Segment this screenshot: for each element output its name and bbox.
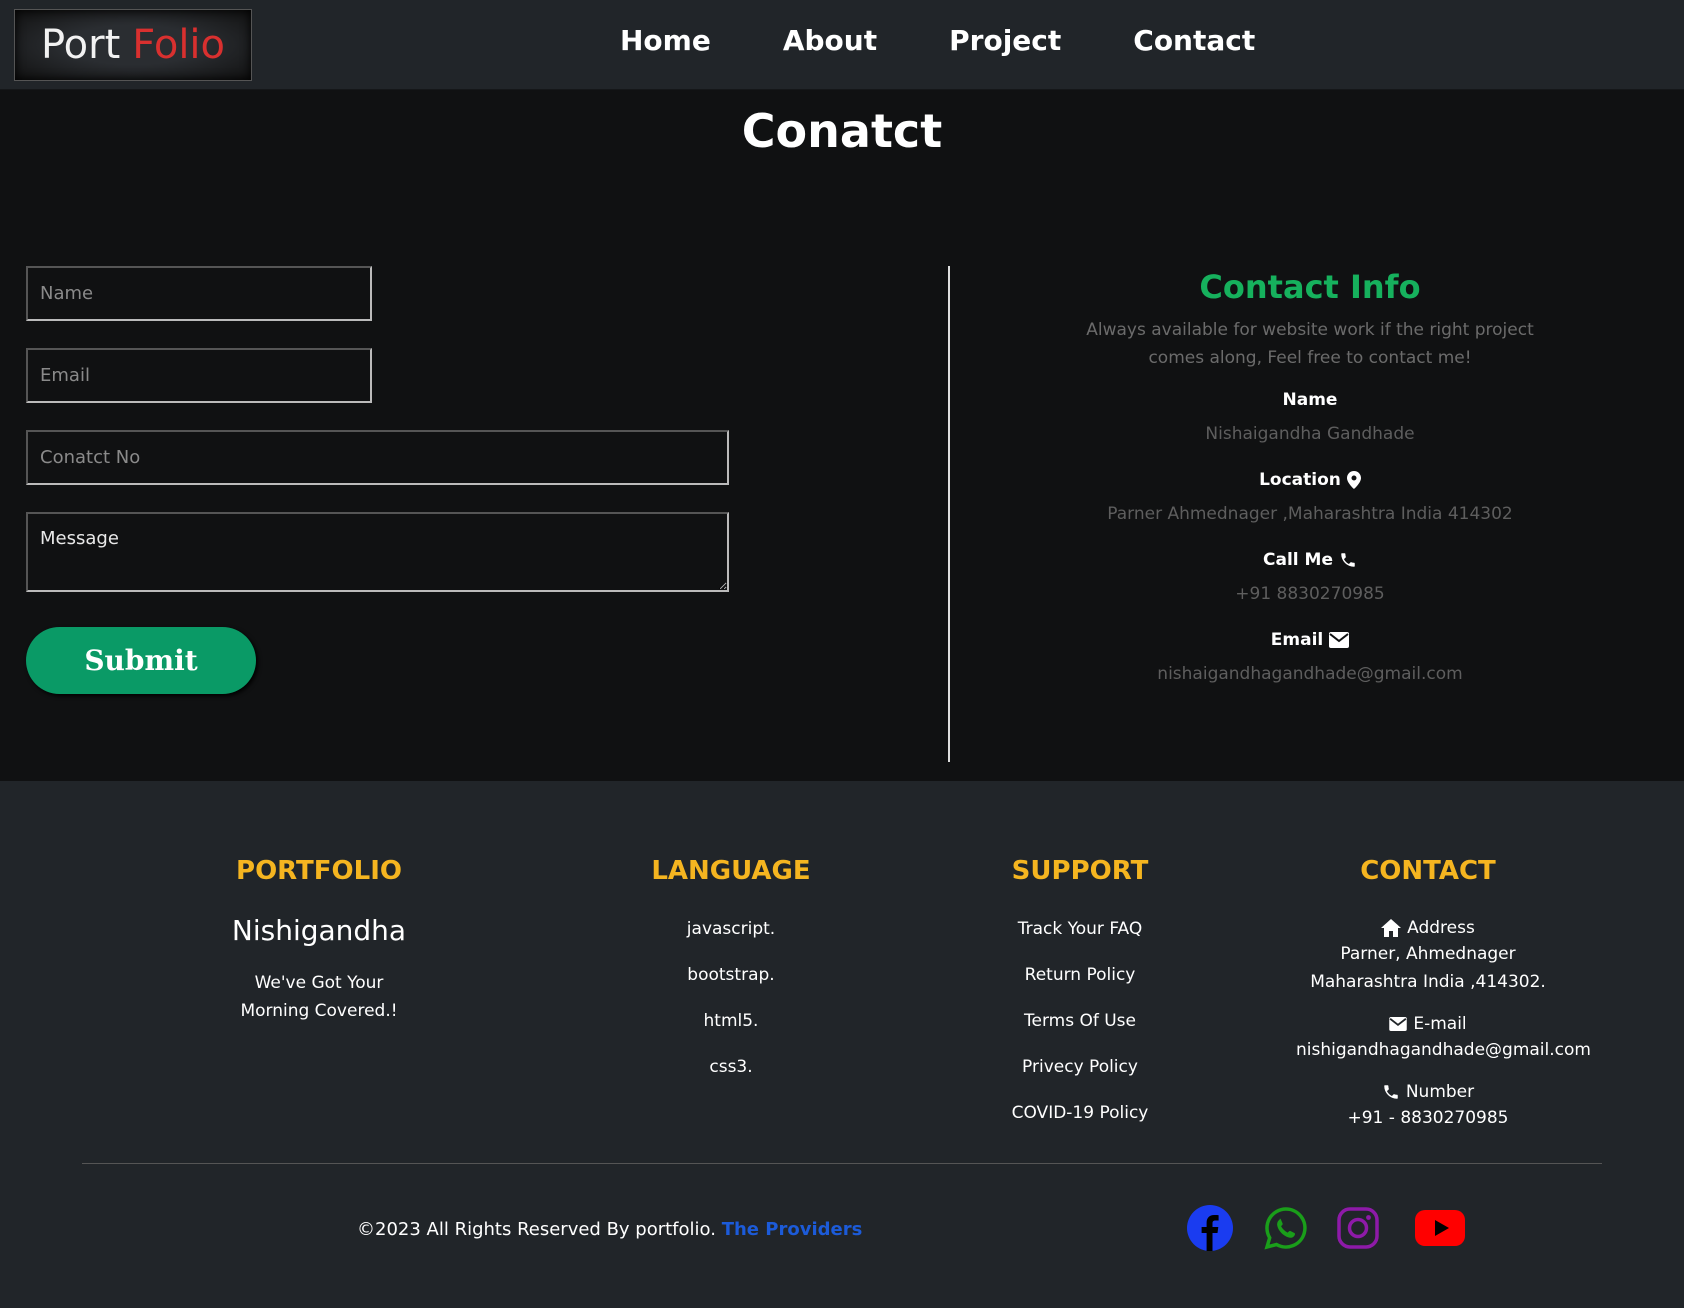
contact-info: Contact Info Always available for websit… xyxy=(1060,268,1560,684)
info-email: Email nishaigandhagandhade@gmail.com xyxy=(1060,630,1560,684)
footer-address-line2: Maharashtra India ,414302. xyxy=(1310,972,1546,992)
footer-tagline-line2: Morning Covered.! xyxy=(240,1001,398,1021)
footer-language-column: LANGUAGE javascript. bootstrap. html5. c… xyxy=(631,856,831,1078)
footer-support-terms[interactable]: Terms Of Use xyxy=(980,1010,1180,1032)
info-location-value: Parner Ahmednager ,Maharashtra India 414… xyxy=(1107,504,1513,524)
info-email-label: Email xyxy=(1270,630,1324,650)
footer-support-privacy[interactable]: Privecy Policy xyxy=(980,1056,1180,1078)
info-name-label: Name xyxy=(1282,390,1338,410)
envelope-icon xyxy=(1329,632,1350,648)
providers-link[interactable]: The Providers xyxy=(722,1219,863,1240)
youtube-icon[interactable] xyxy=(1414,1204,1466,1252)
message-textarea[interactable] xyxy=(26,512,729,592)
footer-support-column: SUPPORT Track Your FAQ Return Policy Ter… xyxy=(980,856,1180,1124)
footer-language-css3[interactable]: css3. xyxy=(631,1056,831,1078)
footer-contact-heading: CONTACT xyxy=(1360,856,1496,886)
info-call-label: Call Me xyxy=(1263,550,1333,570)
info-name-value: Nishaigandha Gandhade xyxy=(1205,424,1415,444)
footer-email-value: nishigandhagandhade@gmail.com xyxy=(1296,1040,1591,1060)
footer-address-line1: Parner, Ahmednager xyxy=(1340,944,1516,964)
footer-contact-column: CONTACT Address Parner, Ahmednager Mahar… xyxy=(1296,856,1591,1128)
footer-language-javascript[interactable]: javascript. xyxy=(631,918,831,940)
copyright: ©2023 All Rights Reserved By portfolio. … xyxy=(357,1219,862,1240)
info-email-value: nishaigandhagandhade@gmail.com xyxy=(1157,664,1463,684)
contact-section: Conatct Submit Contact Info Always avail… xyxy=(0,90,1684,781)
footer-support-faq[interactable]: Track Your FAQ xyxy=(980,918,1180,940)
contact-info-description: Always available for website work if the… xyxy=(1086,320,1534,368)
footer-language-html5[interactable]: html5. xyxy=(631,1010,831,1032)
nav-contact-link[interactable]: Contact xyxy=(1133,24,1255,57)
info-location-label: Location xyxy=(1259,470,1341,490)
facebook-icon[interactable] xyxy=(1186,1204,1234,1252)
info-location: Location Parner Ahmednager ,Maharashtra … xyxy=(1060,470,1560,524)
nav-menu: Home About Project Contact xyxy=(620,24,1327,57)
nav-home-link[interactable]: Home xyxy=(620,24,711,57)
contact-number-input[interactable] xyxy=(26,430,729,485)
logo[interactable]: Port Folio xyxy=(14,9,252,81)
footer-number-value: +91 - 8830270985 xyxy=(1347,1108,1509,1128)
footer-support-heading: SUPPORT xyxy=(1011,856,1149,886)
home-icon xyxy=(1381,919,1402,937)
footer-language-heading: LANGUAGE xyxy=(651,856,811,886)
info-name: Name Nishaigandha Gandhade xyxy=(1060,390,1560,444)
logo-part2: Folio xyxy=(132,22,226,68)
footer-address-label: Address xyxy=(1407,918,1475,938)
divider xyxy=(948,266,950,762)
phone-icon xyxy=(1384,1085,1398,1099)
footer: PORTFOLIO Nishigandha We've Got Your Mor… xyxy=(0,781,1684,1308)
email-input[interactable] xyxy=(26,348,372,403)
footer-tagline-line1: We've Got Your xyxy=(254,973,384,993)
logo-part1: Port xyxy=(40,22,121,68)
instagram-icon[interactable] xyxy=(1334,1204,1382,1252)
section-title: Conatct xyxy=(741,104,943,158)
footer-portfolio-heading: PORTFOLIO xyxy=(236,856,402,886)
contact-info-title: Contact Info xyxy=(1199,268,1421,306)
location-pin-icon xyxy=(1346,471,1361,489)
envelope-icon xyxy=(1389,1017,1408,1031)
navbar: Port Folio Home About Project Contact xyxy=(0,0,1684,90)
footer-portfolio-name: Nishigandha xyxy=(231,914,407,947)
footer-language-bootstrap[interactable]: bootstrap. xyxy=(631,964,831,986)
info-call: Call Me +91 8830270985 xyxy=(1060,550,1560,604)
footer-number-label: Number xyxy=(1405,1082,1475,1102)
whatsapp-icon[interactable] xyxy=(1262,1204,1310,1252)
nav-about-link[interactable]: About xyxy=(783,24,877,57)
footer-email-label: E-mail xyxy=(1413,1014,1467,1034)
footer-portfolio-column: PORTFOLIO Nishigandha We've Got Your Mor… xyxy=(219,856,419,1025)
name-input[interactable] xyxy=(26,266,372,321)
copyright-text: ©2023 All Rights Reserved By portfolio. xyxy=(357,1219,716,1240)
footer-support-return-policy[interactable]: Return Policy xyxy=(980,964,1180,986)
nav-project-link[interactable]: Project xyxy=(949,24,1061,57)
info-call-value: +91 8830270985 xyxy=(1235,584,1385,604)
footer-support-covid[interactable]: COVID-19 Policy xyxy=(980,1102,1180,1124)
submit-button[interactable]: Submit xyxy=(26,627,256,694)
phone-icon xyxy=(1341,553,1355,567)
footer-divider xyxy=(82,1163,1602,1164)
